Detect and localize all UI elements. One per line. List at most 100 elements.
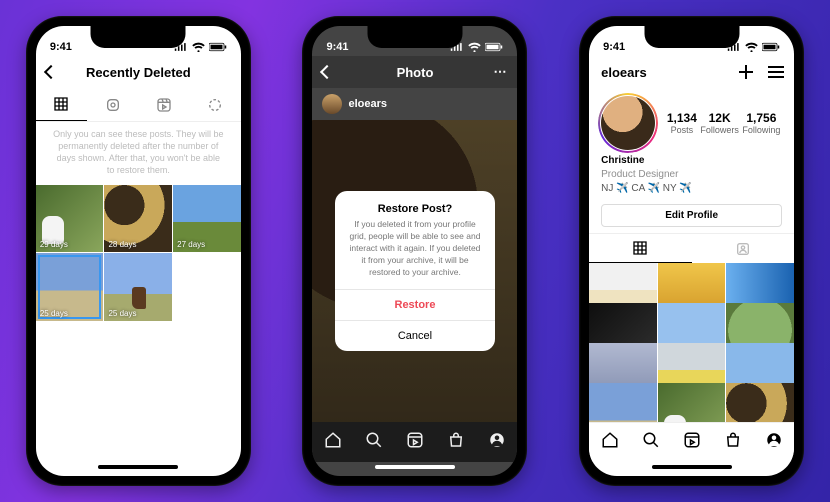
stat-label: Followers bbox=[700, 125, 739, 135]
profile-header: 1,134 Posts 12K Followers 1,756 Followin… bbox=[589, 88, 794, 154]
info-text: Only you can see these posts. They will … bbox=[36, 122, 241, 185]
status-time: 9:41 bbox=[326, 41, 348, 53]
tab-stories[interactable] bbox=[87, 88, 138, 121]
shop-icon bbox=[724, 431, 742, 449]
nav-home[interactable] bbox=[324, 431, 342, 454]
back-button[interactable] bbox=[322, 67, 332, 77]
nav-profile[interactable] bbox=[488, 431, 506, 454]
search-icon bbox=[365, 431, 383, 449]
nav-bar: Photo ⋯ bbox=[312, 56, 517, 88]
stat-number: 1,756 bbox=[742, 111, 780, 125]
profile-icon bbox=[488, 431, 506, 449]
battery-icon bbox=[762, 42, 780, 52]
post-author-row[interactable]: eloears bbox=[312, 88, 517, 120]
chevron-left-icon bbox=[44, 65, 58, 79]
nav-reels[interactable] bbox=[406, 431, 424, 454]
status-time: 9:41 bbox=[50, 41, 72, 53]
story-icon bbox=[105, 97, 121, 113]
nav-bar: Recently Deleted bbox=[36, 56, 241, 88]
post-thumb[interactable] bbox=[589, 383, 657, 422]
edit-profile-button[interactable]: Edit Profile bbox=[601, 204, 782, 227]
create-button[interactable] bbox=[738, 64, 754, 80]
reels-icon bbox=[406, 431, 424, 449]
nav-home[interactable] bbox=[601, 431, 619, 454]
status-time: 9:41 bbox=[603, 41, 625, 53]
more-button[interactable]: ⋯ bbox=[493, 64, 507, 80]
menu-button[interactable] bbox=[768, 66, 784, 78]
chevron-left-icon bbox=[320, 65, 334, 79]
deleted-thumb[interactable]: 25 days bbox=[104, 253, 172, 321]
profile-avatar[interactable] bbox=[601, 96, 655, 150]
bio-location: NJ ✈️ CA ✈️ NY ✈️ bbox=[601, 182, 782, 196]
dialog-title: Restore Post? bbox=[335, 191, 495, 219]
nav-search[interactable] bbox=[642, 431, 660, 454]
stat-posts[interactable]: 1,134 Posts bbox=[667, 111, 697, 135]
bio-title: Product Designer bbox=[601, 168, 782, 182]
profile-username[interactable]: eloears bbox=[601, 65, 647, 80]
deleted-thumb[interactable]: 28 days bbox=[104, 185, 172, 253]
nav-profile[interactable] bbox=[765, 431, 783, 454]
dashed-circle-icon bbox=[207, 97, 223, 113]
notch bbox=[644, 26, 739, 48]
nav-bar: eloears bbox=[589, 56, 794, 88]
profile-bio: Christine Product Designer NJ ✈️ CA ✈️ N… bbox=[589, 154, 794, 196]
phone-recently-deleted: 9:41 Recently Deleted Only you can see t… bbox=[26, 16, 251, 486]
profile-stats: 1,134 Posts 12K Followers 1,756 Followin… bbox=[665, 111, 782, 135]
tab-grid[interactable] bbox=[589, 234, 692, 263]
nav-search[interactable] bbox=[365, 431, 383, 454]
author-avatar bbox=[322, 94, 342, 114]
battery-icon bbox=[209, 42, 227, 52]
wifi-icon bbox=[192, 42, 205, 52]
deleted-thumb[interactable]: 27 days bbox=[173, 185, 241, 253]
stat-label: Posts bbox=[667, 125, 697, 135]
tab-archive[interactable] bbox=[190, 88, 241, 121]
home-indicator bbox=[589, 462, 794, 476]
grid-icon bbox=[53, 96, 69, 112]
post-thumb[interactable] bbox=[658, 383, 726, 422]
modal-backdrop[interactable]: Restore Post? If you deleted it from you… bbox=[312, 120, 517, 422]
days-label: 25 days bbox=[108, 309, 136, 318]
nav-shop[interactable] bbox=[724, 431, 742, 454]
back-button[interactable] bbox=[46, 67, 56, 77]
post-thumb[interactable] bbox=[726, 383, 794, 422]
tab-tagged[interactable] bbox=[692, 234, 795, 263]
deleted-grid: 29 days 28 days 27 days 25 days 25 days bbox=[36, 185, 241, 321]
deleted-thumb[interactable]: 29 days bbox=[36, 185, 104, 253]
tagged-icon bbox=[735, 241, 751, 257]
page-title: Photo bbox=[397, 65, 434, 80]
home-indicator bbox=[36, 462, 241, 476]
home-indicator bbox=[312, 462, 517, 476]
grid-icon bbox=[632, 240, 648, 256]
tab-grid[interactable] bbox=[36, 88, 87, 121]
phone-profile: 9:41 eloears 1,134 Posts 12K bbox=[579, 16, 804, 486]
stat-following[interactable]: 1,756 Following bbox=[742, 111, 780, 135]
tab-reels[interactable] bbox=[138, 88, 189, 121]
notch bbox=[91, 26, 186, 48]
nav-shop[interactable] bbox=[447, 431, 465, 454]
restore-dialog: Restore Post? If you deleted it from you… bbox=[335, 191, 495, 350]
wifi-icon bbox=[745, 42, 758, 52]
home-icon bbox=[324, 431, 342, 449]
profile-tabs bbox=[589, 233, 794, 263]
bottom-nav bbox=[589, 422, 794, 462]
stat-followers[interactable]: 12K Followers bbox=[700, 111, 739, 135]
days-label: 29 days bbox=[40, 240, 68, 249]
shop-icon bbox=[447, 431, 465, 449]
phone-restore-modal: 9:41 Photo ⋯ eloears Restore Post? If yo… bbox=[302, 16, 527, 486]
wifi-icon bbox=[468, 42, 481, 52]
nav-reels[interactable] bbox=[683, 431, 701, 454]
media-type-tabs bbox=[36, 88, 241, 122]
cancel-button[interactable]: Cancel bbox=[335, 320, 495, 351]
restore-button[interactable]: Restore bbox=[335, 289, 495, 320]
days-label: 27 days bbox=[177, 240, 205, 249]
stat-number: 12K bbox=[700, 111, 739, 125]
page-title: Recently Deleted bbox=[86, 65, 191, 80]
reels-icon bbox=[683, 431, 701, 449]
stat-number: 1,134 bbox=[667, 111, 697, 125]
stat-label: Following bbox=[742, 125, 780, 135]
deleted-thumb[interactable]: 25 days bbox=[36, 253, 104, 321]
home-icon bbox=[601, 431, 619, 449]
notch bbox=[367, 26, 462, 48]
days-label: 25 days bbox=[40, 309, 68, 318]
reels-icon bbox=[156, 97, 172, 113]
